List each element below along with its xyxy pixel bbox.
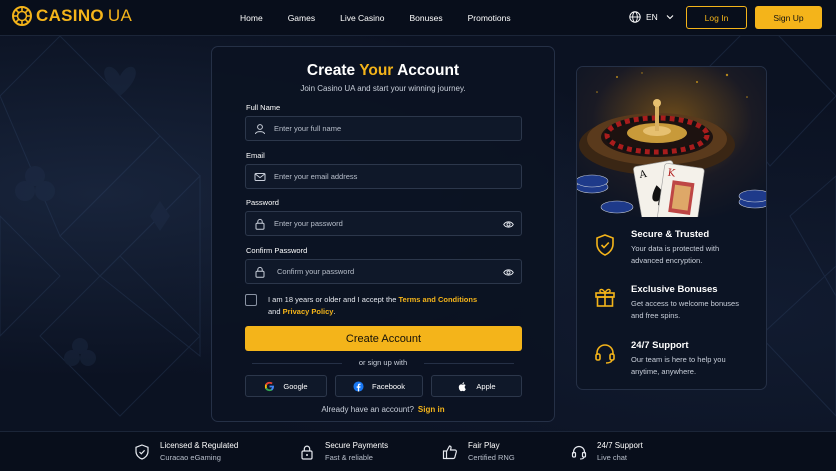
confirm-password-label: Confirm Password — [246, 246, 308, 255]
login-button[interactable]: Log In — [686, 6, 747, 29]
footer-title: 24/7 Support — [597, 441, 643, 450]
trust-footer: Licensed & Regulated Curacao eGaming Sec… — [0, 431, 836, 471]
casino-chip-icon — [12, 6, 32, 26]
password-field[interactable]: Enter your password — [245, 211, 522, 236]
or-divider: or sign up with — [212, 358, 554, 367]
language-selector[interactable]: EN — [629, 11, 674, 23]
nav-bonuses[interactable]: Bonuses — [410, 13, 443, 23]
apple-signup-button[interactable]: Apple — [431, 375, 522, 397]
feature-title: 24/7 Support — [631, 340, 689, 351]
eye-icon[interactable] — [503, 267, 514, 278]
email-field[interactable]: Enter your email address — [245, 164, 522, 189]
feature-title: Secure & Trusted — [631, 229, 710, 240]
form-title-highlight: Your — [359, 62, 394, 79]
feature-support: 24/7 Support Our team is here to help yo… — [631, 340, 751, 377]
registration-form-card: Create Your Account Join Casino UA and s… — [211, 46, 555, 422]
apple-label: Apple — [476, 381, 496, 391]
footer-desc: Curacao eGaming — [160, 453, 221, 462]
form-title-pre: Create — [306, 62, 360, 79]
shield-icon — [135, 444, 149, 460]
facebook-signup-button[interactable]: Facebook — [335, 375, 423, 397]
thumbs-up-icon — [442, 445, 457, 460]
form-subtitle: Join Casino UA and start your winning jo… — [300, 84, 466, 93]
user-icon — [255, 123, 265, 134]
brand-logo[interactable]: CASINO UA — [12, 6, 132, 26]
gift-icon — [595, 288, 615, 307]
lock-icon — [255, 218, 265, 230]
headset-icon — [595, 344, 615, 364]
password-placeholder: Enter your password — [274, 219, 343, 228]
apple-icon — [459, 381, 467, 391]
facebook-icon — [353, 380, 364, 392]
mail-icon — [254, 172, 266, 181]
footer-title: Secure Payments — [325, 441, 389, 450]
signup-button[interactable]: Sign Up — [755, 6, 822, 29]
feature-bonuses: Exclusive Bonuses Get access to welcome … — [631, 284, 751, 321]
chevron-down-icon — [666, 15, 674, 20]
terms-link[interactable]: Terms and Conditions — [399, 295, 478, 304]
google-icon — [265, 381, 275, 391]
form-title-post: Account — [393, 62, 460, 79]
feature-secure: Secure & Trusted Your data is protected … — [631, 229, 751, 266]
password-label: Password — [246, 198, 279, 207]
footer-item-support: 24/7 Support Live chat — [571, 441, 643, 462]
email-label: Email — [246, 151, 265, 160]
feature-title: Exclusive Bonuses — [631, 284, 718, 295]
shield-check-icon — [596, 234, 614, 256]
brand-name-primary: CASINO — [36, 6, 104, 25]
email-placeholder: Enter your email address — [274, 172, 358, 181]
form-title: Create Your Account — [212, 62, 554, 80]
nav-promotions[interactable]: Promotions — [468, 13, 511, 23]
footer-desc: Live chat — [597, 453, 628, 462]
benefits-panel: A K Secure & Trusted Your data is protec… — [576, 66, 767, 390]
signin-link[interactable]: Sign in — [418, 405, 445, 414]
top-navigation-bar: CASINO UA Home Games Live Casino Bonuses … — [0, 0, 836, 36]
full-name-label: Full Name — [246, 103, 281, 112]
facebook-label: Facebook — [372, 381, 405, 391]
footer-item-fairplay: Fair Play Certified RNG — [442, 441, 515, 462]
footer-title: Licensed & Regulated — [160, 441, 239, 450]
terms-end: . — [333, 307, 336, 316]
brand-name-secondary: UA — [107, 6, 133, 25]
signin-prompt: Already have an account? Sign in — [212, 405, 554, 414]
confirm-password-placeholder: Confirm your password — [277, 267, 355, 276]
footer-item-licensed: Licensed & Regulated Curacao eGaming — [134, 441, 238, 462]
create-account-button[interactable]: Create Account — [245, 326, 522, 351]
headset-icon — [571, 445, 587, 460]
globe-icon — [629, 11, 641, 23]
feature-description: Your data is protected with advanced enc… — [631, 244, 720, 265]
footer-title: Fair Play — [468, 441, 500, 450]
footer-desc: Certified RNG — [468, 453, 515, 462]
main-nav: Home Games Live Casino Bonuses Promotion… — [240, 0, 536, 36]
terms-and: and — [268, 307, 283, 316]
nav-home[interactable]: Home — [240, 13, 263, 23]
google-label: Google — [283, 381, 308, 391]
eye-icon[interactable] — [503, 219, 514, 230]
feature-description: Our team is here to help you anytime, an… — [631, 355, 726, 376]
terms-text: I am 18 years or older and I accept the … — [268, 294, 508, 318]
footer-item-payments: Secure Payments Fast & reliable — [299, 441, 388, 462]
confirm-password-field[interactable]: Confirm your password — [245, 259, 522, 284]
already-text: Already have an account? — [321, 405, 414, 414]
full-name-placeholder: Enter your full name — [274, 124, 342, 133]
language-code: EN — [646, 12, 658, 22]
lock-icon — [255, 266, 265, 278]
nav-games[interactable]: Games — [288, 13, 315, 23]
feature-description: Get access to welcome bonuses and free s… — [631, 299, 739, 320]
lock-icon — [301, 445, 313, 460]
footer-desc: Fast & reliable — [325, 453, 373, 462]
privacy-link[interactable]: Privacy Policy — [283, 307, 334, 316]
google-signup-button[interactable]: Google — [245, 375, 327, 397]
terms-checkbox[interactable] — [245, 294, 257, 306]
nav-live-casino[interactable]: Live Casino — [340, 13, 384, 23]
terms-prefix: I am 18 years or older and I accept the — [268, 295, 399, 304]
brand-name: CASINO UA — [36, 6, 132, 26]
roulette-hero-image: A K — [577, 67, 766, 217]
full-name-field[interactable]: Enter your full name — [245, 116, 522, 141]
